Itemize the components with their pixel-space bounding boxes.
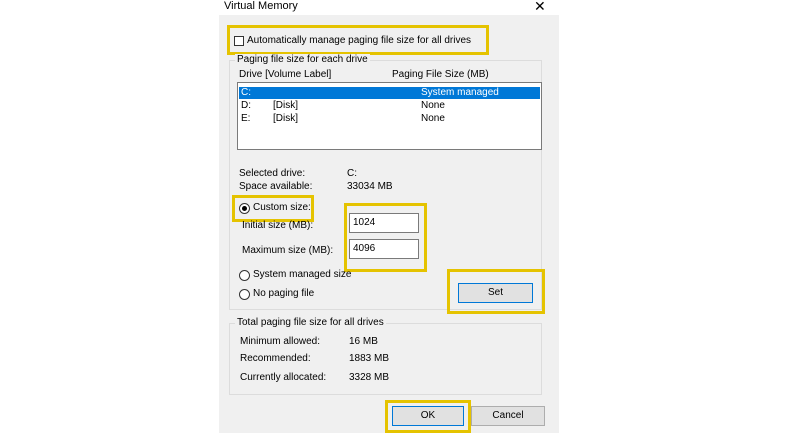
drive-paging-size: None	[421, 100, 445, 111]
selected-drive-value: C:	[347, 168, 357, 179]
recommended-value: 1883 MB	[349, 353, 390, 364]
no-paging-radio[interactable]	[239, 289, 250, 300]
currently-allocated-label: Currently allocated:	[240, 372, 327, 383]
maximum-size-label: Maximum size (MB):	[242, 245, 334, 256]
drive-row-c[interactable]: C: System managed	[239, 87, 540, 99]
ok-button[interactable]: OK	[392, 406, 464, 426]
window-title: Virtual Memory	[224, 0, 298, 12]
no-paging-label[interactable]: No paging file	[253, 288, 314, 299]
maximum-size-input[interactable]: 4096	[349, 239, 419, 259]
minimum-allowed-value: 16 MB	[349, 336, 378, 347]
drive-row-e[interactable]: E: [Disk] None	[239, 113, 540, 125]
drive-paging-size: None	[421, 113, 445, 124]
auto-manage-label[interactable]: Automatically manage paging file size fo…	[247, 35, 471, 46]
system-managed-label[interactable]: System managed size	[253, 269, 351, 280]
selected-drive-label: Selected drive:	[239, 168, 306, 179]
drive-volume-label: [Disk]	[273, 113, 298, 124]
title-bar: Virtual Memory ✕	[219, 0, 559, 15]
column-header-size: Paging File Size (MB)	[392, 69, 489, 80]
space-available-value: 33034 MB	[347, 181, 393, 192]
paging-group-title: Paging file size for each drive	[235, 54, 370, 65]
minimum-allowed-label: Minimum allowed:	[240, 336, 321, 347]
total-group-title: Total paging file size for all drives	[235, 317, 386, 328]
auto-manage-checkbox[interactable]	[234, 36, 244, 46]
drive-paging-size: System managed	[421, 87, 499, 98]
drive-letter: C:	[241, 87, 251, 98]
column-header-drive: Drive [Volume Label]	[239, 69, 332, 80]
currently-allocated-value: 3328 MB	[349, 372, 390, 383]
drive-list[interactable]: C: System managed D: [Disk] None E: [Dis…	[237, 82, 542, 150]
system-managed-radio[interactable]	[239, 270, 250, 281]
initial-size-label: Initial size (MB):	[242, 220, 314, 231]
custom-size-radio[interactable]	[239, 203, 250, 214]
set-button[interactable]: Set	[458, 283, 533, 303]
cancel-button[interactable]: Cancel	[471, 406, 545, 426]
close-icon[interactable]: ✕	[534, 0, 546, 15]
custom-size-label[interactable]: Custom size:	[253, 202, 311, 213]
virtual-memory-dialog: Virtual Memory ✕ Automatically manage pa…	[219, 0, 559, 433]
space-available-label: Space available:	[239, 181, 313, 192]
recommended-label: Recommended:	[240, 353, 311, 364]
drive-letter: D:	[241, 100, 251, 111]
drive-letter: E:	[241, 113, 251, 124]
drive-volume-label: [Disk]	[273, 100, 298, 111]
drive-row-d[interactable]: D: [Disk] None	[239, 100, 540, 112]
initial-size-input[interactable]: 1024	[349, 213, 419, 233]
